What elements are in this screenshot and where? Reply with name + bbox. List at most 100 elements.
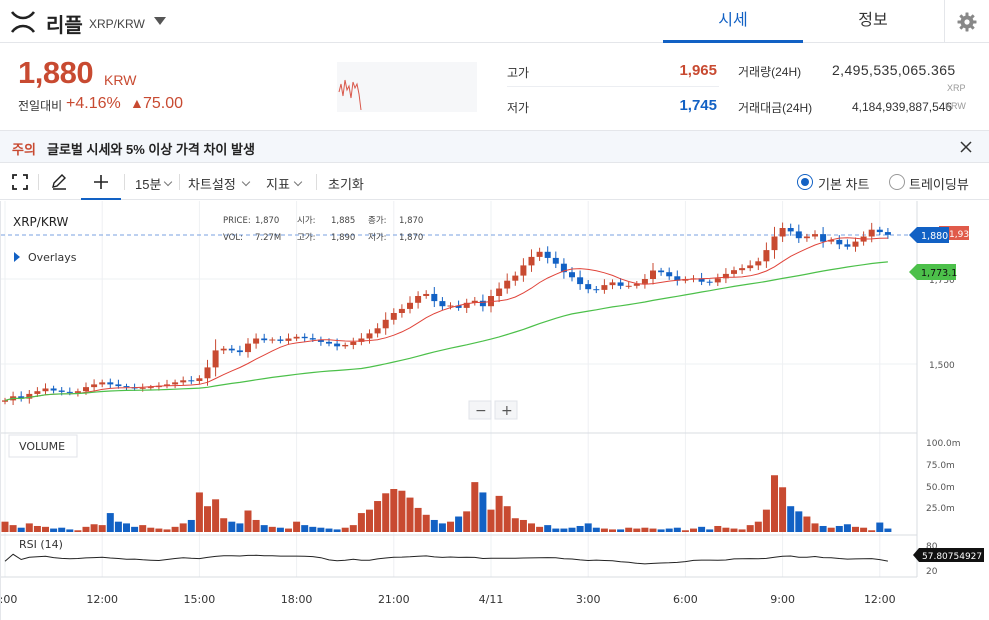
close-icon[interactable]: [958, 139, 974, 155]
legend-vol-label: VOL:: [223, 233, 243, 243]
volume-bar: [730, 528, 738, 532]
settings-button[interactable]: [944, 0, 989, 43]
candle-body: [520, 265, 527, 276]
volume-bar: [236, 523, 244, 532]
candle-body: [309, 338, 316, 340]
volume-bar: [285, 528, 292, 532]
candle-body: [601, 285, 608, 290]
volume-bar: [592, 527, 600, 532]
candle-body: [617, 282, 624, 286]
candle-body: [771, 236, 778, 251]
candle-body: [795, 231, 802, 239]
candle-body: [115, 384, 122, 387]
volume-bar: [536, 526, 544, 532]
volume-bar: [9, 525, 17, 532]
x-axis-label: 15:00: [184, 593, 216, 606]
volume-bar: [876, 522, 884, 532]
change-rate: +4.16%: [66, 95, 121, 112]
extra-price-tag: 1,933: [949, 230, 975, 240]
volume-label: VOLUME: [19, 440, 65, 453]
crosshair-tool[interactable]: [81, 164, 121, 200]
volume-bar: [25, 523, 33, 532]
basic-chart-label[interactable]: 기본 차트: [818, 174, 869, 193]
coin-pair[interactable]: XRP/KRW: [89, 17, 145, 31]
volume-bar: [762, 509, 770, 532]
indicators-menu[interactable]: 지표: [266, 174, 290, 193]
turnover-24h-unit: KRW: [945, 101, 966, 111]
volume-bar: [317, 527, 325, 532]
candle-body: [812, 234, 818, 237]
volume-bar: [74, 530, 82, 532]
candle-body: [836, 239, 843, 245]
volume-bar: [673, 527, 681, 532]
candle-body: [876, 229, 883, 233]
volume-bar: [843, 524, 851, 532]
legend-low: 1,870: [399, 233, 423, 243]
volume-bar: [171, 526, 179, 532]
price-gap-notice: 주의 글로벌 시세와 5% 이상 가격 차이 발생: [0, 130, 989, 163]
volume-bar: [163, 529, 171, 532]
volume-bar: [268, 526, 276, 532]
candle-body: [180, 380, 187, 383]
volume-tick-50: 50.0m: [926, 483, 955, 493]
pencil-icon[interactable]: [49, 172, 69, 192]
candlestick-chart[interactable]: XRP/KRW PRICE: 1,870 시가: 1,885 종가: 1,870…: [0, 201, 989, 620]
x-axis-label: 4/11: [479, 593, 504, 606]
overlays-toggle-icon[interactable]: [14, 252, 20, 262]
volume-bar: [584, 523, 592, 532]
toolbar-divider: [179, 174, 180, 190]
candle-body: [431, 293, 438, 302]
candle-body: [820, 234, 827, 242]
volume-bar: [754, 521, 762, 532]
tradingview-radio[interactable]: [889, 174, 905, 190]
volume-bar: [374, 501, 382, 532]
volume-bar: [357, 513, 365, 532]
chevron-down-icon: [293, 177, 303, 187]
chart-settings-menu[interactable]: 차트설정: [188, 174, 236, 193]
volume-bar: [293, 521, 301, 532]
candle-body: [350, 341, 357, 345]
candle-body: [512, 275, 519, 281]
fullscreen-icon[interactable]: [10, 172, 30, 192]
candle-body: [66, 391, 73, 393]
candle-body: [2, 400, 8, 402]
volume-bar: [309, 526, 317, 532]
volume-bar: [1, 521, 9, 532]
candle-body: [293, 336, 300, 339]
rsi-value-tag: 57.80754927: [922, 552, 982, 562]
basic-chart-radio[interactable]: [797, 174, 813, 190]
volume-bar: [212, 499, 220, 532]
xrp-logo-icon: [10, 11, 36, 33]
volume-bar: [325, 528, 333, 532]
candle-body: [99, 382, 106, 385]
tradingview-label[interactable]: 트레이딩뷰: [909, 174, 969, 193]
overlays-toggle[interactable]: Overlays: [28, 251, 77, 264]
legend-close: 1,870: [399, 216, 423, 226]
rsi-tick-20: 20: [926, 567, 938, 577]
current-price: 1,880: [18, 55, 94, 90]
candle-body: [666, 272, 673, 277]
change-amount: 75.00: [143, 95, 184, 112]
volume-bar: [771, 475, 778, 532]
candle-body: [731, 270, 737, 274]
volume-bar: [382, 493, 390, 532]
change-label: 전일대비: [18, 99, 63, 113]
candle-body: [334, 343, 341, 347]
candle-body: [245, 343, 251, 353]
candle-body: [593, 289, 600, 291]
legend-price-label: PRICE:: [223, 216, 251, 226]
tab-info[interactable]: 정보: [803, 0, 943, 43]
volume-bar: [868, 530, 876, 532]
reset-button[interactable]: 초기화: [328, 174, 364, 193]
pair-dropdown-caret-icon[interactable]: [154, 17, 166, 25]
volume-bar: [503, 506, 511, 532]
candle-body: [609, 282, 616, 286]
chart-area[interactable]: XRP/KRW PRICE: 1,870 시가: 1,885 종가: 1,870…: [0, 201, 989, 620]
candle-body: [188, 380, 195, 382]
toolbar-divider: [38, 174, 39, 190]
tab-price[interactable]: 시세: [663, 0, 803, 43]
interval-selector[interactable]: 15분: [135, 174, 161, 193]
volume-24h-unit: XRP: [947, 83, 966, 93]
low-label: 저가: [507, 101, 530, 115]
candle-body: [220, 348, 227, 351]
